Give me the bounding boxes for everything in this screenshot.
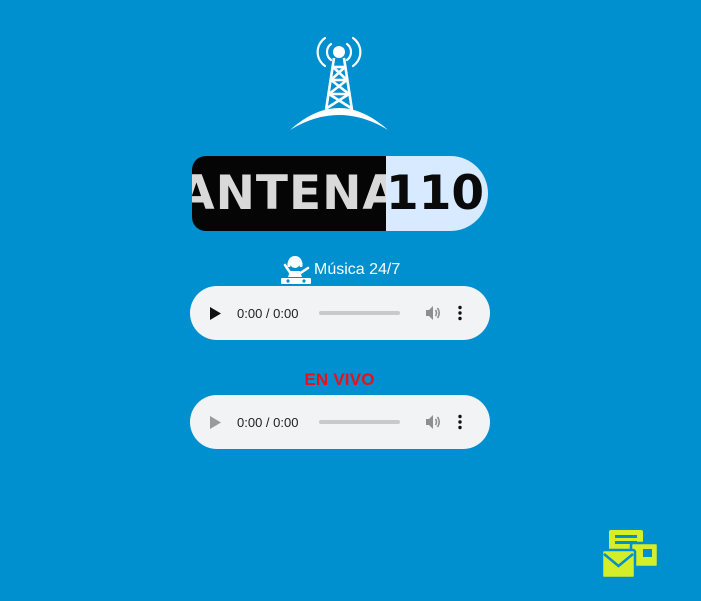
play-icon[interactable] <box>210 306 224 320</box>
live-label: EN VIVO <box>304 370 375 389</box>
logo-text-110: 110 <box>386 156 488 231</box>
antena-110-logo: ANTENA 110 <box>192 156 488 231</box>
volume-icon[interactable] <box>424 304 442 322</box>
radio-tower-icon <box>290 36 388 130</box>
music-label: Música 24/7 <box>314 261 401 278</box>
dj-icon <box>281 256 311 284</box>
progress-bar[interactable] <box>319 420 400 424</box>
progress-bar[interactable] <box>319 311 400 315</box>
volume-icon[interactable] <box>424 413 442 431</box>
contact-messages-icon[interactable] <box>601 529 659 579</box>
logo-text-antena: ANTENA <box>192 156 399 231</box>
page: ANTENA 110 Música 24/7 0:00 / 0:00 EN VI… <box>0 0 701 601</box>
more-options-icon[interactable] <box>457 305 463 321</box>
more-options-icon[interactable] <box>457 414 463 430</box>
music-stream-heading: Música 24/7 <box>280 255 400 285</box>
play-icon[interactable] <box>210 415 224 429</box>
audio-player-music[interactable]: 0:00 / 0:00 <box>190 286 490 340</box>
audio-player-live[interactable]: 0:00 / 0:00 <box>190 395 490 449</box>
time-display: 0:00 / 0:00 <box>237 305 299 321</box>
time-display: 0:00 / 0:00 <box>237 414 299 430</box>
